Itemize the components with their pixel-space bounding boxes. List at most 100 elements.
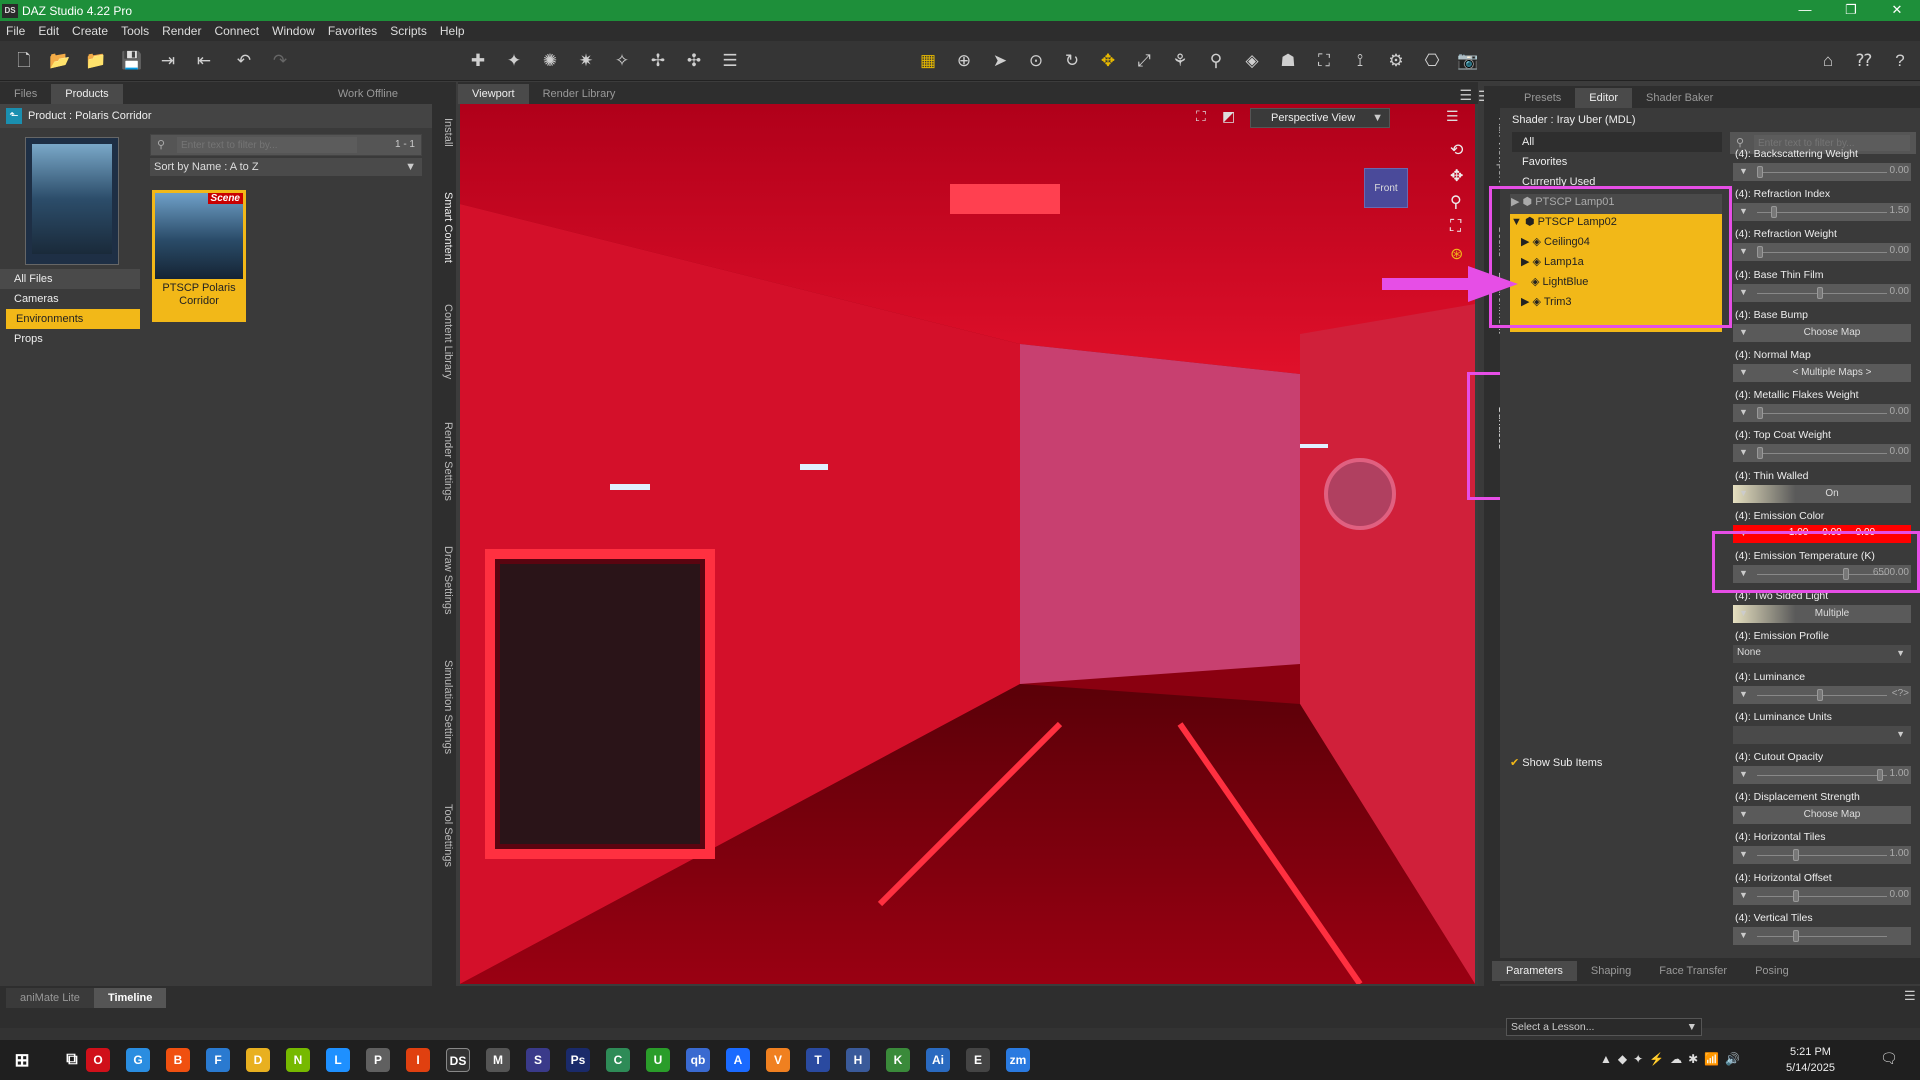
slider-knob[interactable] <box>1793 889 1799 902</box>
menu-connect[interactable]: Connect <box>214 24 259 38</box>
side-tab-content-library[interactable]: Content Library <box>432 304 454 379</box>
scale-icon[interactable]: ⤢ <box>1132 49 1156 73</box>
param-value[interactable]: 0.00 <box>1890 286 1909 297</box>
expand-caret-icon[interactable]: ▼ <box>1896 729 1905 739</box>
param-value[interactable]: <?> <box>1892 688 1909 699</box>
param-slider[interactable]: ▼ 0.00 <box>1733 886 1911 905</box>
pan-icon[interactable]: ✥ <box>1450 166 1463 186</box>
panel-menu-icon[interactable]: ☰ <box>1459 87 1472 104</box>
param-slider[interactable]: ▼ 1.00 <box>1733 846 1911 865</box>
active-pose-icon[interactable]: ☗ <box>1276 49 1300 73</box>
taskbar-app-icon[interactable]: Ai <box>926 1048 950 1072</box>
merge-icon[interactable]: 📁 <box>84 49 108 73</box>
help-icon[interactable]: ? <box>1888 49 1912 73</box>
param-value[interactable]: 1.50 <box>1890 205 1909 216</box>
undo-icon[interactable]: ↶ <box>232 49 256 73</box>
view-cube[interactable]: Front <box>1364 168 1408 208</box>
taskbar-app-icon[interactable]: S <box>526 1048 550 1072</box>
param-value[interactable]: 0.00 <box>1890 889 1909 900</box>
expand-caret-icon[interactable]: ▼ <box>1739 367 1748 377</box>
expand-caret-icon[interactable]: ▼ <box>1739 769 1748 779</box>
param-value[interactable]: 1.00 <box>1890 768 1909 779</box>
tab-files[interactable]: Files <box>0 84 51 104</box>
show-sub-items[interactable]: ✔ Show Sub Items <box>1510 756 1602 769</box>
side-tab-smart-content[interactable]: Smart Content <box>432 192 454 263</box>
slider-track[interactable] <box>1757 855 1887 857</box>
tab-parameters[interactable]: Parameters <box>1492 961 1577 981</box>
slider-knob[interactable] <box>1757 447 1763 460</box>
taskbar-app-icon[interactable]: zm <box>1006 1048 1030 1072</box>
select-icon[interactable]: ➤ <box>988 49 1012 73</box>
taskbar-app-icon[interactable]: T <box>806 1048 830 1072</box>
taskbar-app-icon[interactable]: U <box>646 1048 670 1072</box>
content-search-input[interactable] <box>177 137 357 153</box>
region-icon[interactable]: ⟟ <box>1348 49 1372 73</box>
taskbar-app-icon[interactable]: L <box>326 1048 350 1072</box>
taskbar-app-icon[interactable]: F <box>206 1048 230 1072</box>
linear-light-icon[interactable]: ✧ <box>610 49 634 73</box>
slider-knob[interactable] <box>1817 688 1823 701</box>
slider-track[interactable] <box>1757 172 1887 173</box>
param-slider[interactable]: ▼ 1.50 <box>1733 203 1911 222</box>
minimize-button[interactable]: — <box>1782 0 1828 21</box>
product-item[interactable]: Scene PTSCP Polaris Corridor <box>152 190 246 322</box>
tab-timeline[interactable]: Timeline <box>93 988 167 1008</box>
expand-caret-icon[interactable]: ▼ <box>1739 930 1748 940</box>
viewport-menu-icon[interactable]: ☰ <box>1446 108 1459 125</box>
slider-track[interactable] <box>1757 413 1887 415</box>
start-icon[interactable]: ⊞ <box>10 1048 34 1072</box>
category-props[interactable]: Props <box>0 329 140 349</box>
menu-favorites[interactable]: Favorites <box>328 24 377 38</box>
taskbar-app-icon[interactable]: N <box>286 1048 310 1072</box>
surface-selection-icon[interactable]: ◈ <box>1240 49 1264 73</box>
geometry-editor-icon[interactable]: ⚲ <box>1204 49 1228 73</box>
menu-lines-icon[interactable]: ☰ <box>718 49 742 73</box>
choose-map-button[interactable]: ▼ Choose Map <box>1733 806 1911 825</box>
slider-knob[interactable] <box>1817 286 1823 299</box>
frame-selection-icon[interactable]: ⛶ <box>1450 218 1461 236</box>
import-icon[interactable]: ⇥ <box>156 49 180 73</box>
param-slider[interactable]: ▼ 0.00 <box>1733 243 1911 262</box>
spot-render-icon[interactable]: ⚙ <box>1384 49 1408 73</box>
view-select[interactable]: Perspective View ▼ <box>1250 108 1390 128</box>
slider-track[interactable] <box>1757 252 1887 254</box>
taskbar-app-icon[interactable]: P <box>366 1048 390 1072</box>
category-all-files[interactable]: All Files <box>0 269 140 289</box>
param-value[interactable]: 1.00 <box>1890 848 1909 859</box>
back-arrow-icon[interactable]: ⬑ <box>6 108 22 124</box>
open-folder-icon[interactable]: 📂 <box>48 49 72 73</box>
side-tab-draw-settings[interactable]: Draw Settings <box>432 546 454 614</box>
category-cameras[interactable]: Cameras <box>0 289 140 309</box>
expand-caret-icon[interactable]: ▼ <box>1739 206 1748 216</box>
param-slider[interactable]: ▼ 0.00 <box>1733 404 1911 423</box>
export-icon[interactable]: ⇤ <box>192 49 216 73</box>
tab-shaping[interactable]: Shaping <box>1577 961 1645 981</box>
taskbar-app-icon[interactable]: M <box>486 1048 510 1072</box>
side-tab-install[interactable]: Install <box>432 118 454 147</box>
slider-track[interactable] <box>1757 935 1887 937</box>
menu-tools[interactable]: Tools <box>121 24 149 38</box>
frame-icon[interactable]: ⛶ <box>1196 108 1218 126</box>
restore-button[interactable]: ❐ <box>1828 0 1874 21</box>
taskbar-app-icon[interactable]: E <box>966 1048 990 1072</box>
create-figure-icon[interactable]: ✚ <box>466 49 490 73</box>
expand-caret-icon[interactable]: ▼ <box>1739 407 1748 417</box>
param-toggle[interactable]: ▼ On <box>1733 484 1911 503</box>
param-slider[interactable]: ▼ <box>1733 926 1911 945</box>
taskbar-app-icon[interactable]: D <box>246 1048 270 1072</box>
choose-map-button[interactable]: ▼ < Multiple Maps > <box>1733 364 1911 382</box>
tab-animate-lite[interactable]: aniMate Lite <box>6 988 94 1008</box>
daz-store-icon[interactable]: ⌂ <box>1816 49 1840 73</box>
slider-knob[interactable] <box>1877 769 1883 781</box>
tray-icons[interactable]: ▲◆✦⚡☁✱📶🔊 <box>1600 1052 1746 1066</box>
slider-track[interactable] <box>1757 895 1887 897</box>
task-view-icon[interactable]: ⧉ <box>60 1048 84 1072</box>
lighting-mode-icon[interactable]: ◩ <box>1222 108 1244 126</box>
category-environments[interactable]: Environments <box>6 309 140 329</box>
slider-knob[interactable] <box>1757 246 1763 259</box>
param-value[interactable]: 0.00 <box>1890 446 1909 457</box>
slider-knob[interactable] <box>1757 407 1763 420</box>
param-slider[interactable]: ▼ 0.00 <box>1733 163 1911 181</box>
param-slider[interactable]: ▼ 0.00 <box>1733 444 1911 463</box>
expand-caret-icon[interactable]: ▼ <box>1739 849 1748 859</box>
